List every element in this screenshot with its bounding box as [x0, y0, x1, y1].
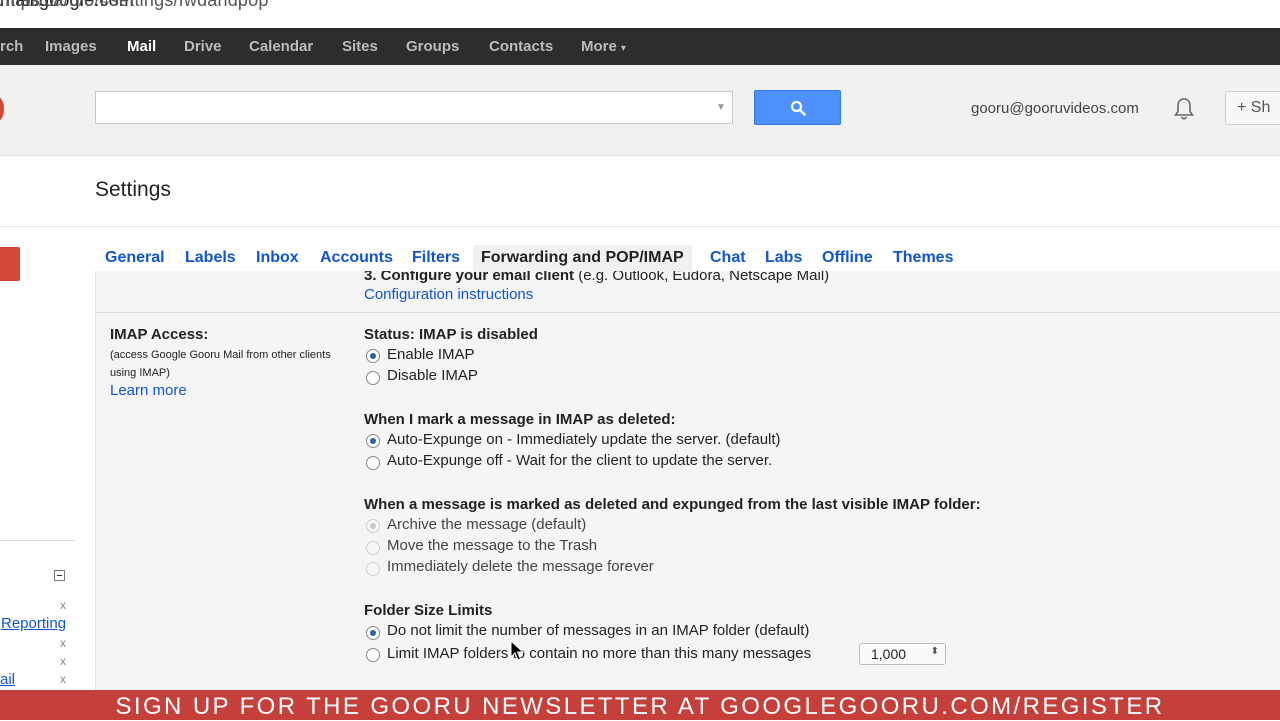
imap-description-line2: using IMAP) [110, 367, 170, 379]
close-icon[interactable]: x [60, 598, 66, 612]
auto-expunge-on-radio[interactable] [366, 434, 380, 448]
nav-groups[interactable]: Groups [406, 38, 459, 55]
close-icon[interactable]: x [60, 654, 66, 668]
no-limit-radio[interactable] [366, 626, 380, 640]
move-to-trash-label[interactable]: Move the message to the Trash [387, 537, 597, 554]
tab-offline[interactable]: Offline [822, 249, 873, 267]
delete-forever-radio[interactable] [366, 562, 380, 576]
tab-filters[interactable]: Filters [412, 249, 460, 267]
message-limit-select[interactable]: 1,000 ⬍ [859, 643, 946, 665]
limit-folders-label[interactable]: Limit IMAP folders to contain no more th… [387, 645, 811, 662]
nav-search-fragment[interactable]: rch [0, 38, 23, 55]
tab-themes[interactable]: Themes [893, 249, 953, 267]
nav-mail[interactable]: Mail [127, 38, 156, 55]
close-icon[interactable]: x [60, 636, 66, 650]
divider [0, 226, 1280, 227]
account-email[interactable]: gooru@gooruvideos.com [971, 100, 1139, 117]
move-to-trash-radio[interactable] [366, 541, 380, 555]
imap-deleted-heading: When I mark a message in IMAP as deleted… [364, 411, 676, 428]
no-limit-label[interactable]: Do not limit the number of messages in a… [387, 622, 809, 639]
imap-access-label: IMAP Access: [110, 326, 209, 343]
sidebar-link-mail[interactable]: ail [0, 671, 15, 688]
disable-imap-label[interactable]: Disable IMAP [387, 367, 478, 384]
mouse-cursor-icon [510, 640, 524, 661]
share-button[interactable]: + Sh [1225, 91, 1280, 125]
auto-expunge-off-label[interactable]: Auto-Expunge off - Wait for the client t… [387, 452, 772, 469]
settings-content: 3. Configure your email client (e.g. Out… [95, 271, 1280, 691]
imap-description-line1: (access Google Gooru Mail from other cli… [110, 349, 331, 361]
message-limit-value: 1,000 [871, 646, 907, 662]
nav-sites[interactable]: Sites [342, 38, 378, 55]
disable-imap-radio[interactable] [366, 371, 380, 385]
delete-forever-label[interactable]: Immediately delete the message forever [387, 558, 654, 575]
google-top-nav: rch Images Mail Drive Calendar Sites Gro… [0, 28, 1280, 65]
search-icon [790, 100, 806, 116]
pop-step3-text: 3. Configure your email client (e.g. Out… [364, 271, 830, 284]
address-bar[interactable]: https://mail.google.com/mail/ca/u/0/#set… [0, 0, 1280, 22]
select-arrows-icon: ⬍ [930, 646, 939, 657]
divider [0, 540, 75, 541]
archive-message-radio[interactable] [366, 519, 380, 533]
notifications-bell-icon[interactable] [1172, 96, 1196, 122]
enable-imap-radio[interactable] [366, 349, 380, 363]
nav-more[interactable]: More ▾ [581, 38, 626, 55]
imap-status: Status: IMAP is disabled [364, 326, 538, 343]
tab-inbox[interactable]: Inbox [256, 249, 299, 267]
search-input[interactable] [95, 91, 733, 124]
auto-expunge-off-radio[interactable] [366, 456, 380, 470]
enable-imap-label[interactable]: Enable IMAP [387, 346, 475, 363]
configuration-instructions-link[interactable]: Configuration instructions [364, 286, 533, 303]
imap-expunged-heading: When a message is marked as deleted and … [364, 496, 981, 513]
tab-labels[interactable]: Labels [185, 249, 236, 267]
nav-calendar[interactable]: Calendar [249, 38, 313, 55]
page-title: Settings [95, 178, 171, 201]
share-button-label: + Sh [1237, 99, 1271, 116]
newsletter-banner: SIGN UP FOR THE GOORU NEWSLETTER AT GOOG… [0, 690, 1280, 720]
tab-labs[interactable]: Labs [765, 249, 802, 267]
auto-expunge-on-label[interactable]: Auto-Expunge on - Immediately update the… [387, 431, 781, 448]
search-button[interactable] [754, 90, 841, 125]
search-options-icon[interactable]: ▼ [716, 102, 726, 113]
limit-folders-radio[interactable] [366, 648, 380, 662]
newsletter-banner-text: SIGN UP FOR THE GOORU NEWSLETTER AT GOOG… [115, 693, 1165, 720]
tab-chat[interactable]: Chat [710, 249, 746, 267]
nav-images[interactable]: Images [45, 38, 97, 55]
folder-size-heading: Folder Size Limits [364, 602, 493, 619]
nav-contacts[interactable]: Contacts [489, 38, 553, 55]
tab-accounts[interactable]: Accounts [320, 249, 393, 267]
archive-message-label[interactable]: Archive the message (default) [387, 516, 586, 533]
close-icon[interactable]: x [60, 672, 66, 686]
tab-general[interactable]: General [105, 249, 165, 267]
nav-drive[interactable]: Drive [184, 38, 222, 55]
nav-more-label: More [581, 38, 617, 55]
learn-more-link[interactable]: Learn more [110, 382, 187, 399]
collapse-icon[interactable] [54, 570, 65, 581]
section-divider [96, 312, 1280, 313]
compose-button-fragment[interactable] [0, 247, 20, 281]
settings-tabs: General Labels Inbox Accounts Filters Fo… [95, 245, 1280, 271]
left-sidebar-fragment: x Reporting x x ail x [0, 540, 75, 690]
tab-forwarding-pop-imap[interactable]: Forwarding and POP/IMAP [473, 245, 692, 271]
chevron-down-icon: ▾ [620, 43, 626, 54]
sidebar-link-reporting[interactable]: Reporting [1, 615, 66, 632]
